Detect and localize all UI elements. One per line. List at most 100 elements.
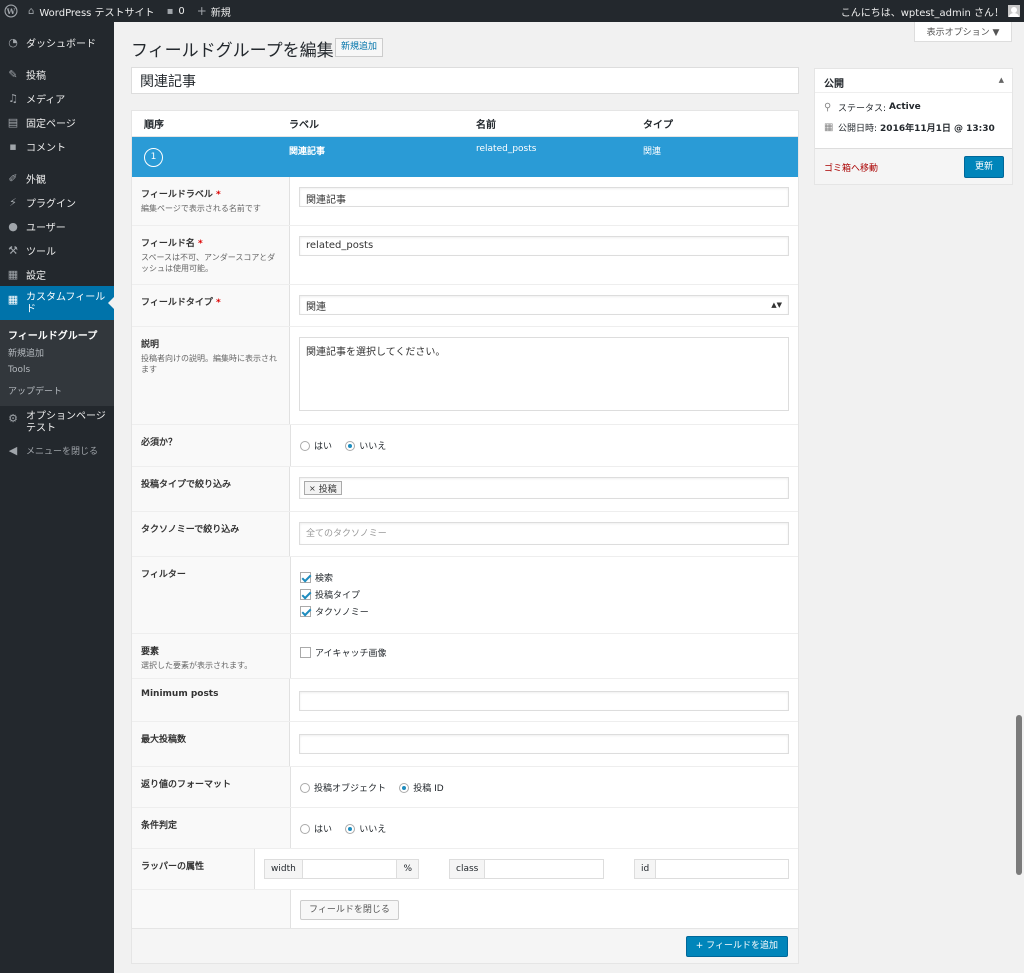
submenu-tools[interactable]: Tools xyxy=(0,362,114,381)
field-label-input[interactable]: 関連記事 xyxy=(299,187,789,207)
sidebar-item-tools[interactable]: ⚒ ツール xyxy=(0,238,114,262)
comments-link[interactable]: ▪ 0 xyxy=(161,0,191,22)
site-name: WordPress テストサイト xyxy=(39,7,155,19)
setting-title: 投稿タイプで絞り込み xyxy=(141,480,232,490)
return-id-radio[interactable]: 投稿 ID xyxy=(399,781,444,794)
close-field-button[interactable]: フィールドを閉じる xyxy=(300,900,399,920)
setting-label: フィールドラベル * 編集ページで表示される名前です 関連記事 xyxy=(132,177,798,226)
field-order-badge[interactable]: 1 xyxy=(144,148,163,167)
submenu-field-groups[interactable]: フィールドグループ xyxy=(0,324,114,343)
publish-status: ⚲ ステータス: Active xyxy=(824,101,921,114)
fields-table-header: 順序 ラベル 名前 タイプ xyxy=(132,111,798,137)
new-content-link[interactable]: + 新規 xyxy=(191,0,237,22)
custom-fields-submenu: フィールドグループ 新規追加 Tools アップデート xyxy=(0,320,114,406)
setting-desc: 投稿者向けの説明。編集時に表示されます xyxy=(141,354,277,374)
sidebar-item-label: オプションページテスト xyxy=(26,411,106,434)
required-no-radio[interactable]: いいえ xyxy=(345,439,386,452)
account-menu[interactable]: こんにちは、wptest_admin さん！ xyxy=(835,0,1024,22)
submenu-add-new[interactable]: 新規追加 xyxy=(0,343,114,362)
post-type-select[interactable]: × 投稿 xyxy=(299,477,789,499)
wrapper-class-input[interactable]: class xyxy=(449,859,604,879)
field-name-input[interactable]: related_posts xyxy=(299,236,789,256)
add-new-button[interactable]: 新規追加 xyxy=(335,38,384,57)
sidebar-item-media[interactable]: ♫ メディア xyxy=(0,86,114,110)
sidebar-item-dashboard[interactable]: ◔ ダッシュボード xyxy=(0,30,114,54)
key-icon: ⚲ xyxy=(824,101,832,113)
field-row-related-posts[interactable]: 1 関連記事 related_posts 関連 xyxy=(132,137,798,177)
setting-required: 必須か？ はい いいえ xyxy=(132,425,798,467)
home-icon: ⌂ xyxy=(28,5,35,17)
update-button[interactable]: 更新 xyxy=(963,156,1004,178)
setting-instructions: 説明投稿者向けの説明。編集時に表示されます 関連記事を選択してください。 xyxy=(132,327,798,425)
dashboard-icon: ◔ xyxy=(8,35,18,49)
setting-desc: スペースは不可、アンダースコアとダッシュは使用可能。 xyxy=(141,253,276,273)
setting-title: ラッパーの属性 xyxy=(141,862,205,872)
group-title-input[interactable]: 関連記事 xyxy=(131,67,799,94)
return-object-radio[interactable]: 投稿オブジェクト xyxy=(300,781,386,794)
sidebar-item-plugins[interactable]: ⚡ プラグイン xyxy=(0,190,114,214)
wrapper-id-input[interactable]: id xyxy=(634,859,789,879)
plugin-icon: ⚡ xyxy=(9,195,17,209)
scrollbar-thumb[interactable] xyxy=(1016,715,1022,875)
comment-icon: ▪ xyxy=(166,5,174,17)
sidebar-item-options-page[interactable]: ⚙ オプションページテスト xyxy=(0,406,114,438)
taxonomy-select[interactable]: 全てのタクソノミー xyxy=(299,522,789,545)
collapse-menu-button[interactable]: ◀ メニューを閉じる xyxy=(0,438,114,462)
sidebar-item-posts[interactable]: ✎ 投稿 xyxy=(0,62,114,86)
wordpress-logo-icon[interactable]: W xyxy=(0,0,22,22)
sidebar-item-comments[interactable]: ▪ コメント xyxy=(0,134,114,158)
setting-title: フィールド名 xyxy=(141,239,195,249)
collapse-toggle-icon[interactable]: ▲ xyxy=(999,76,1004,84)
field-label[interactable]: 関連記事 xyxy=(289,144,325,157)
setting-return-format: 返り値のフォーマット 投稿オブジェクト 投稿 ID xyxy=(132,767,798,808)
screen-options-button[interactable]: 表示オプション ▼ xyxy=(914,22,1012,42)
fields-footer: + フィールドを追加 xyxy=(132,928,798,963)
publish-box-title: 公開 xyxy=(824,79,844,90)
instructions-textarea[interactable]: 関連記事を選択してください。 xyxy=(299,337,789,411)
select-arrows-icon: ▲▼ xyxy=(771,301,782,309)
setting-title: 最大投稿数 xyxy=(141,735,187,745)
min-posts-input[interactable] xyxy=(299,691,789,711)
site-name-link[interactable]: ⌂ WordPress テストサイト xyxy=(22,0,161,22)
field-type-select[interactable]: 関連 ▲▼ xyxy=(299,295,789,315)
featured-image-checkbox[interactable]: アイキャッチ画像 xyxy=(300,644,789,661)
sidebar-item-appearance[interactable]: ✐ 外観 xyxy=(0,166,114,190)
max-posts-input[interactable] xyxy=(299,734,789,754)
sidebar-item-users[interactable]: ● ユーザー xyxy=(0,214,114,238)
filter-post-type-checkbox[interactable]: 投稿タイプ xyxy=(300,586,789,603)
sidebar-item-label: プラグイン xyxy=(26,198,76,210)
submenu-updates[interactable]: アップデート xyxy=(0,381,114,400)
sidebar-item-label: メディア xyxy=(26,94,66,106)
gear-icon: ⚙ xyxy=(8,411,18,425)
sidebar-item-custom-fields[interactable]: ▦ カスタムフィールド xyxy=(0,286,114,320)
plus-icon: + xyxy=(196,4,207,18)
remove-tag-icon[interactable]: × xyxy=(309,484,316,493)
filter-search-checkbox[interactable]: 検索 xyxy=(300,569,789,586)
move-to-trash-link[interactable]: ゴミ箱へ移動 xyxy=(824,161,878,174)
collapse-label: メニューを閉じる xyxy=(26,446,99,457)
field-name: related_posts xyxy=(476,144,537,154)
wrapper-width-input[interactable]: width% xyxy=(264,859,419,879)
column-label: ラベル xyxy=(289,120,319,131)
sidebar-item-label: ツール xyxy=(26,246,56,258)
post-type-tag[interactable]: × 投稿 xyxy=(304,481,342,495)
add-field-button[interactable]: + フィールドを追加 xyxy=(685,936,788,957)
setting-title: 説明 xyxy=(141,340,160,350)
required-yes-radio[interactable]: はい xyxy=(300,439,332,452)
comments-count: 0 xyxy=(178,5,185,17)
setting-type: フィールドタイプ * 関連 ▲▼ xyxy=(132,285,798,327)
media-icon: ♫ xyxy=(8,91,18,105)
conditional-no-radio[interactable]: いいえ xyxy=(345,822,386,835)
new-label: 新規 xyxy=(210,7,231,19)
column-type: タイプ xyxy=(643,120,673,131)
pin-icon: ✎ xyxy=(8,67,18,81)
sidebar-item-settings[interactable]: ▦ 設定 xyxy=(0,262,114,286)
sidebar-item-pages[interactable]: ▤ 固定ページ xyxy=(0,110,114,134)
sidebar-item-label: 設定 xyxy=(26,270,46,282)
setting-title: 必須か？ xyxy=(141,438,178,448)
conditional-yes-radio[interactable]: はい xyxy=(300,822,332,835)
filter-taxonomy-checkbox[interactable]: タクソノミー xyxy=(300,603,789,620)
sidebar-item-label: カスタムフィールド xyxy=(26,292,106,315)
sidebar-item-label: 投稿 xyxy=(26,70,46,82)
avatar xyxy=(1008,5,1020,17)
